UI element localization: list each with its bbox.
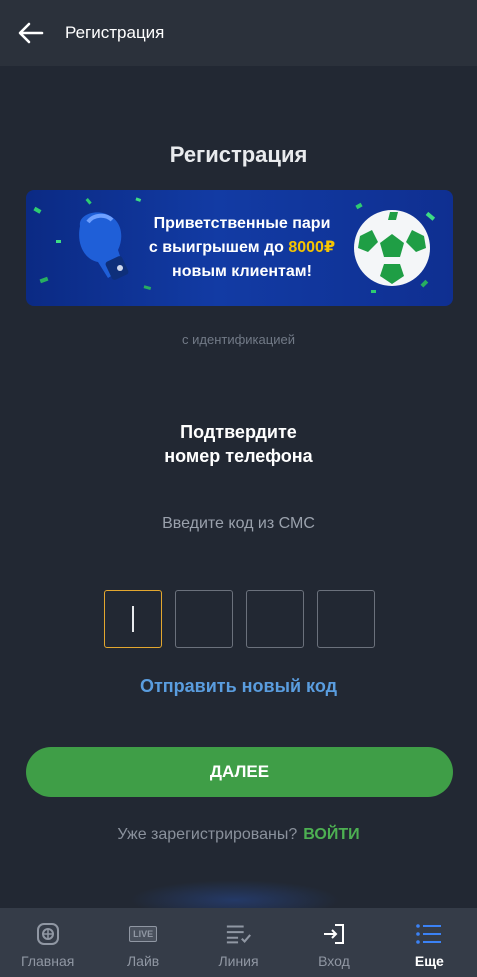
confirm-phone-title: Подтвердите номер телефона	[0, 420, 477, 468]
promo-line-3: новым клиентам!	[172, 263, 312, 280]
login-link[interactable]: ВОЙТИ	[303, 826, 359, 843]
sms-code-hint: Введите код из СМС	[162, 515, 315, 532]
live-badge: LIVE	[129, 926, 158, 942]
soccer-ball-icon	[354, 210, 430, 286]
more-menu-icon	[415, 922, 443, 946]
header-title: Регистрация	[65, 23, 165, 42]
login-prompt: Уже зарегистрированы? ВОЙТИ	[0, 826, 477, 844]
resend-code-link[interactable]: Отправить новый код	[0, 676, 477, 697]
next-button[interactable]: ДАЛЕЕ	[26, 747, 453, 797]
tab-login-label: Вход	[318, 953, 350, 969]
tab-live-label: Лайв	[126, 953, 160, 969]
live-icon: LIVE	[129, 922, 158, 946]
arrow-left-icon	[18, 22, 44, 44]
promo-banner[interactable]: Приветственные пари с выигрышем до 8000₽…	[26, 190, 453, 306]
identification-note: с идентификацией	[182, 332, 295, 347]
promo-amount: 8000₽	[288, 239, 336, 256]
promo-line-1: Приветственные пари	[153, 215, 331, 232]
home-icon	[34, 922, 62, 946]
code-digit-2[interactable]	[175, 590, 233, 648]
tab-live[interactable]: LIVE Лайв	[95, 908, 190, 977]
promo-text: Приветственные пари с выигрышем до 8000₽…	[122, 212, 362, 284]
tab-line[interactable]: Линия	[191, 908, 286, 977]
tab-more-label: Еще	[414, 953, 444, 969]
page-title: Регистрация	[169, 142, 308, 167]
login-question: Уже зарегистрированы?	[117, 826, 298, 843]
code-digit-4[interactable]	[317, 590, 375, 648]
tab-more[interactable]: Еще	[382, 908, 477, 977]
back-button[interactable]	[0, 0, 64, 66]
confirm-line-2: номер телефона	[164, 446, 313, 466]
tab-login[interactable]: Вход	[286, 908, 381, 977]
tab-home[interactable]: Главная	[0, 908, 95, 977]
text-caret	[132, 606, 134, 632]
bottom-tab-bar: Главная LIVE Лайв Линия Вход Еще	[0, 908, 477, 977]
top-app-bar: Регистрация	[0, 0, 477, 66]
login-icon	[320, 922, 348, 946]
line-list-icon	[225, 922, 253, 946]
sms-code-inputs	[104, 590, 375, 648]
tab-line-label: Линия	[218, 953, 259, 969]
confirm-line-1: Подтвердите	[180, 422, 297, 442]
promo-line-2: с выигрышем до 8000₽	[122, 236, 362, 260]
code-digit-3[interactable]	[246, 590, 304, 648]
tab-home-label: Главная	[21, 953, 75, 969]
promo-line-2-prefix: с выигрышем до	[148, 239, 289, 256]
